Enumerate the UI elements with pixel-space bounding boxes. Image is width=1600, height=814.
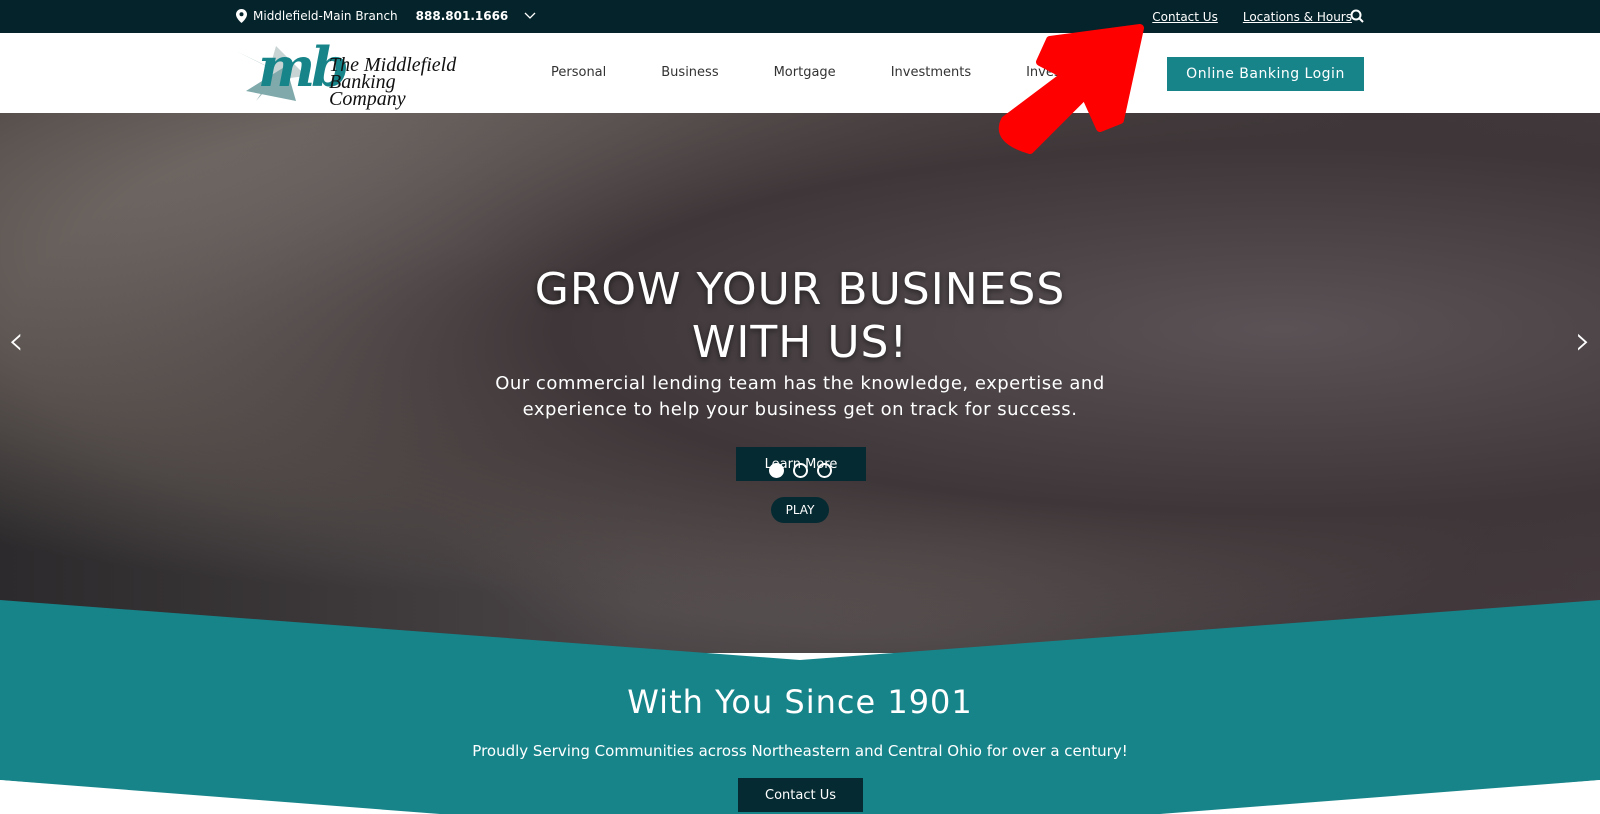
nav-business[interactable]: Business — [661, 65, 718, 80]
locations-hours-link[interactable]: Locations & Hours — [1243, 10, 1352, 24]
slide-dot[interactable] — [817, 463, 832, 478]
hero-title-line: WITH US! — [691, 317, 909, 368]
hero-title: GROW YOUR BUSINESS WITH US! — [0, 263, 1600, 369]
main-header: mb The Middlefield Banking Company Person… — [0, 33, 1600, 113]
next-slide-icon[interactable]: › — [1575, 318, 1591, 364]
hero-title-line: GROW YOUR BUSINESS — [534, 264, 1066, 315]
logo-name: The Middlefield Banking Company — [329, 55, 476, 110]
main-nav: Personal Business Mortgage Investments I… — [551, 65, 1086, 80]
search-icon[interactable] — [1350, 9, 1364, 23]
play-button[interactable]: PLAY — [771, 497, 829, 523]
nav-mortgage[interactable]: Mortgage — [774, 65, 836, 80]
nav-investors[interactable]: Investors — [1026, 65, 1086, 80]
nav-personal[interactable]: Personal — [551, 65, 606, 80]
contact-us-link[interactable]: Contact Us — [1152, 10, 1218, 24]
branch-selector[interactable]: Middlefield-Main Branch 888.801.1666 — [236, 9, 536, 23]
serving-text: Proudly Serving Communities across North… — [472, 742, 1128, 760]
nav-investments[interactable]: Investments — [891, 65, 971, 80]
slide-dot[interactable] — [769, 463, 784, 478]
slide-indicators — [769, 463, 832, 478]
location-pin-icon — [236, 9, 247, 23]
contact-us-button[interactable]: Contact Us — [738, 778, 863, 812]
top-bar: Middlefield-Main Branch 888.801.1666 Con… — [0, 0, 1600, 33]
chevron-down-icon[interactable] — [524, 12, 536, 20]
hero-subtitle-line: Our commercial lending team has the know… — [495, 373, 1105, 394]
hero-subtitle: Our commercial lending team has the know… — [0, 371, 1600, 423]
branch-name: Middlefield-Main Branch — [253, 9, 398, 23]
since-heading: With You Since 1901 — [627, 683, 973, 721]
logo[interactable]: mb The Middlefield Banking Company — [236, 35, 476, 110]
online-banking-login-button[interactable]: Online Banking Login — [1167, 57, 1364, 91]
slide-dot[interactable] — [793, 463, 808, 478]
phone-number[interactable]: 888.801.1666 — [416, 9, 509, 23]
hero-subtitle-line: experience to help your business get on … — [522, 399, 1078, 420]
logo-name-line: Banking Company — [329, 71, 406, 110]
prev-slide-icon[interactable]: ‹ — [8, 318, 24, 364]
hero-carousel: GROW YOUR BUSINESS WITH US! Our commercia… — [0, 113, 1600, 653]
